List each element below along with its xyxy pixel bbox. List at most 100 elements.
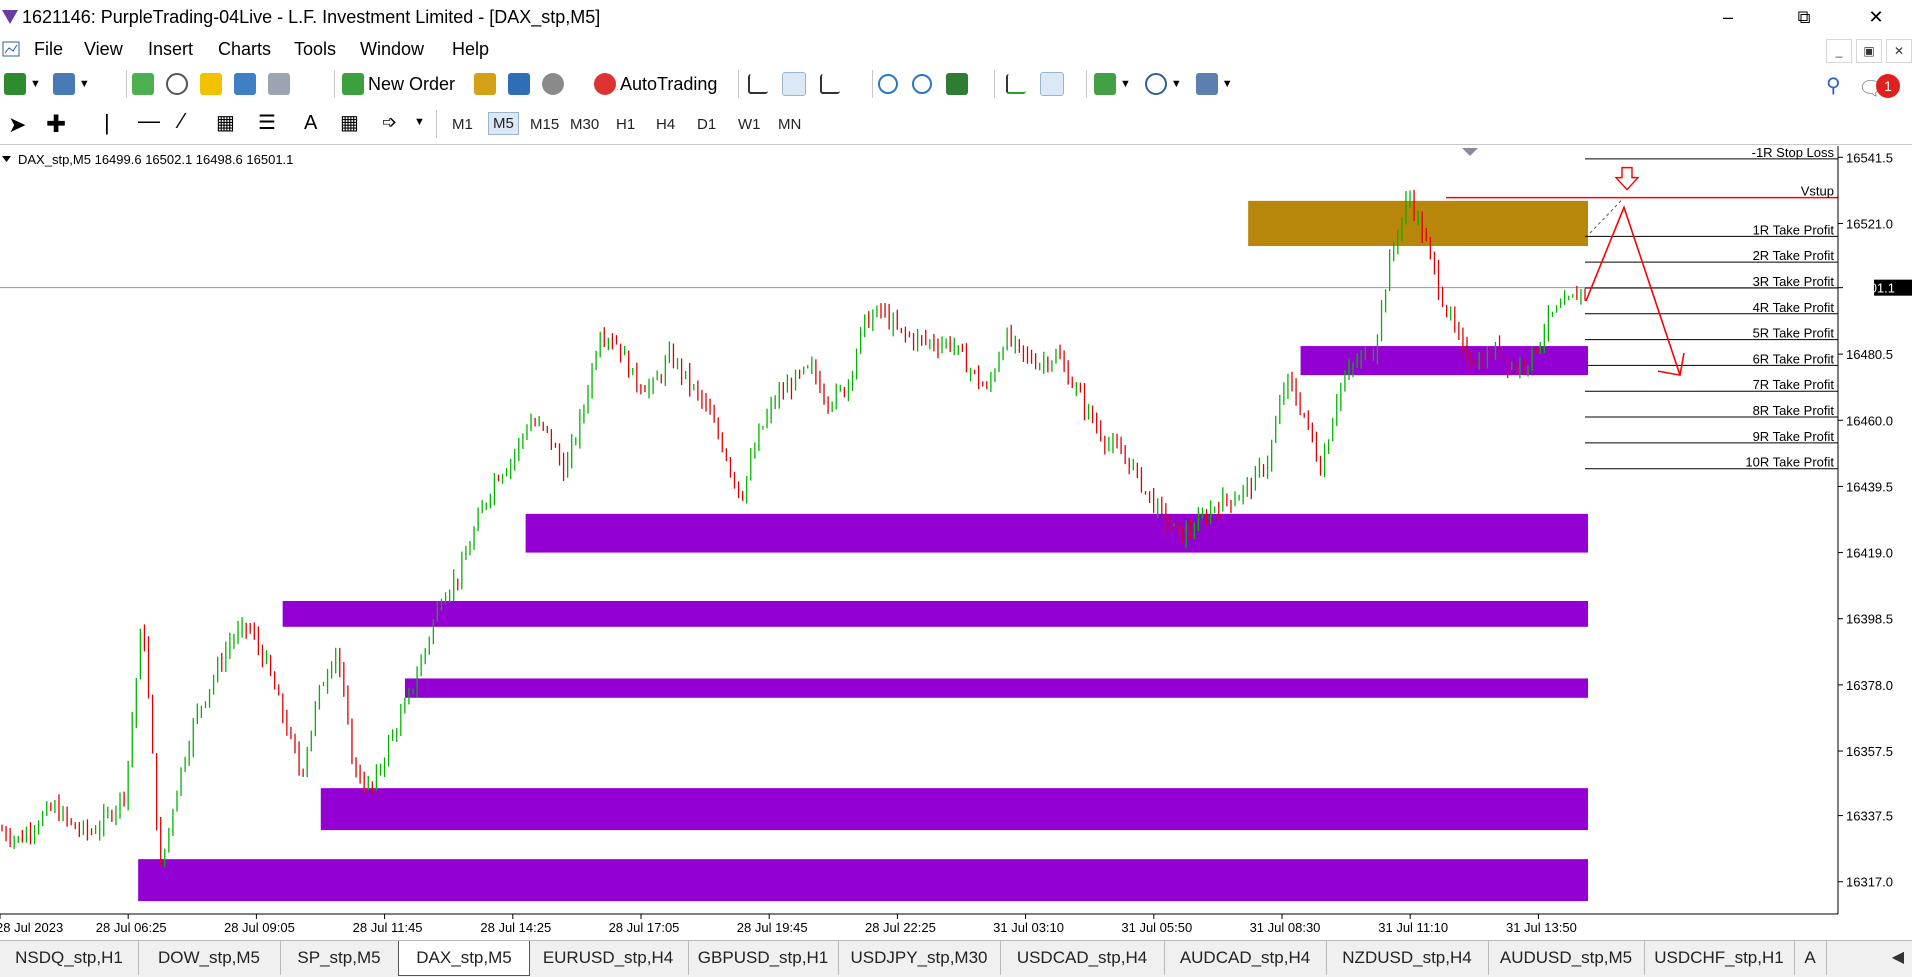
autotrading-label: AutoTrading bbox=[620, 73, 718, 94]
timeframe-m30[interactable]: M30 bbox=[570, 116, 599, 133]
menu-window[interactable]: Window bbox=[360, 39, 424, 60]
tab-audusd-stp-m5[interactable]: AUDUSD_stp,M5 bbox=[1488, 941, 1645, 975]
strategy-tester-icon[interactable] bbox=[268, 73, 290, 95]
crosshair-icon[interactable]: ✚ bbox=[46, 110, 66, 139]
experts-icon[interactable] bbox=[508, 73, 530, 95]
timeframe-m5[interactable]: M5 bbox=[488, 112, 519, 135]
y-tick-label-10: 16337.5 bbox=[1846, 809, 1893, 824]
trendline-icon[interactable]: ∕ bbox=[180, 108, 184, 134]
dropdown-arrow-icon[interactable]: ▼ bbox=[1171, 78, 1182, 90]
window-title: 1621146: PurpleTrading-04Live - L.F. Inv… bbox=[22, 7, 601, 27]
tab-dow-stp-m5[interactable]: DOW_stp,M5 bbox=[138, 941, 281, 975]
demand-zone-2[interactable] bbox=[404, 678, 1589, 698]
x-tick-label-12: 31 Jul 13:50 bbox=[1506, 920, 1577, 935]
child-minimize-button[interactable]: _ bbox=[1826, 39, 1852, 63]
terminal-icon[interactable] bbox=[234, 73, 256, 95]
y-tick-label-6: 16419.0 bbox=[1846, 546, 1893, 561]
menu-charts[interactable]: Charts bbox=[218, 39, 271, 60]
tab-a[interactable]: A bbox=[1794, 941, 1827, 975]
search-icon[interactable]: ⚲ bbox=[1826, 73, 1841, 98]
candlestick-chart-icon[interactable] bbox=[782, 72, 806, 96]
vertical-line-icon[interactable]: | bbox=[104, 110, 110, 136]
arrows-icon[interactable]: ➩ bbox=[382, 112, 397, 133]
chart-area[interactable]: -1R Stop Loss Vstup 1R Take Profit 2R Take … bbox=[0, 145, 1912, 940]
y-tick-label-5: 16439.5 bbox=[1846, 479, 1893, 494]
metaeditor-icon[interactable] bbox=[474, 73, 496, 95]
horizontal-line-icon[interactable]: — bbox=[138, 108, 160, 134]
zoom-in-icon[interactable] bbox=[878, 74, 898, 94]
crosshair-navigator-icon[interactable] bbox=[166, 73, 188, 95]
dropdown-arrow-icon[interactable]: ▼ bbox=[79, 78, 90, 90]
tab-audcad-stp-h4[interactable]: AUDCAD_stp,H4 bbox=[1164, 941, 1327, 975]
timeframe-h4[interactable]: H4 bbox=[656, 116, 675, 133]
timeframe-d1[interactable]: D1 bbox=[697, 116, 716, 133]
tab-dax-stp-m5[interactable]: DAX_stp,M5 bbox=[398, 941, 530, 976]
rr-level-label-6: 5R Take Profit bbox=[1753, 326, 1835, 341]
rr-level-label-1: Vstup bbox=[1801, 184, 1834, 199]
cursor-icon[interactable]: ➤ bbox=[8, 112, 26, 138]
timeframe-h1[interactable]: H1 bbox=[616, 116, 635, 133]
tab-nsdq-stp-h1[interactable]: NSDQ_stp,H1 bbox=[0, 941, 139, 975]
maximize-button[interactable]: ⧉ bbox=[1776, 0, 1832, 34]
notifications-button[interactable]: 🗨 1 bbox=[1856, 68, 1906, 100]
x-tick-label-0: 28 Jul 2023 bbox=[0, 920, 63, 935]
chart-window-icon[interactable] bbox=[2, 40, 20, 58]
price-chart[interactable]: -1R Stop Loss Vstup 1R Take Profit 2R Take … bbox=[0, 145, 1912, 940]
child-close-button[interactable]: ✕ bbox=[1886, 39, 1912, 63]
new-order-button[interactable]: New Order bbox=[342, 71, 455, 97]
autotrading-icon bbox=[594, 73, 616, 95]
market-watch-icon[interactable] bbox=[132, 73, 154, 95]
demand-zone-1[interactable] bbox=[282, 600, 1588, 627]
tab-usdcad-stp-h4[interactable]: USDCAD_stp,H4 bbox=[1000, 941, 1165, 975]
timeframe-w1[interactable]: W1 bbox=[738, 116, 761, 133]
bar-chart-icon[interactable] bbox=[748, 74, 768, 94]
menu-view[interactable]: View bbox=[84, 39, 123, 60]
tab-gbpusd-stp-h1[interactable]: GBPUSD_stp,H1 bbox=[688, 941, 839, 975]
demand-zone-4[interactable] bbox=[138, 859, 1588, 902]
y-tick-label-2: 16501.1 bbox=[1848, 281, 1895, 296]
new-chart-icon[interactable] bbox=[4, 73, 26, 95]
periods-icon[interactable] bbox=[1144, 73, 1167, 95]
rr-level-label-8: 7R Take Profit bbox=[1753, 377, 1835, 392]
new-order-icon bbox=[342, 73, 364, 95]
timeframe-m15[interactable]: M15 bbox=[530, 116, 559, 133]
fibonacci-icon[interactable]: ☰ bbox=[258, 110, 276, 135]
dropdown-arrow-icon[interactable]: ▼ bbox=[1222, 78, 1233, 90]
text-label-icon[interactable]: ▦ bbox=[340, 110, 359, 135]
dropdown-arrow-icon[interactable]: ▼ bbox=[414, 116, 425, 128]
navigator-icon[interactable] bbox=[200, 73, 222, 95]
tab-usdjpy-stp-m30[interactable]: USDJPY_stp,M30 bbox=[838, 941, 1001, 975]
child-restore-button[interactable]: ▣ bbox=[1856, 39, 1882, 63]
tab-nzdusd-stp-h4[interactable]: NZDUSD_stp,H4 bbox=[1326, 941, 1489, 975]
dropdown-arrow-icon[interactable]: ▼ bbox=[30, 78, 41, 90]
rr-level-label-5: 4R Take Profit bbox=[1753, 300, 1835, 315]
text-icon[interactable]: A bbox=[304, 112, 317, 135]
profiles-icon[interactable] bbox=[52, 73, 75, 95]
dropdown-arrow-icon[interactable]: ▼ bbox=[1120, 78, 1131, 90]
templates-icon[interactable] bbox=[1195, 73, 1218, 95]
line-chart-icon[interactable] bbox=[820, 74, 840, 94]
tab-eurusd-stp-h4[interactable]: EURUSD_stp,H4 bbox=[528, 941, 689, 975]
minimize-button[interactable]: – bbox=[1700, 0, 1756, 34]
tile-windows-icon[interactable] bbox=[946, 73, 968, 95]
tab-sp-stp-m5[interactable]: SP_stp,M5 bbox=[280, 941, 399, 975]
signals-icon[interactable] bbox=[542, 73, 564, 95]
timeframe-mn[interactable]: MN bbox=[778, 116, 801, 133]
demand-zone-0[interactable] bbox=[525, 513, 1589, 553]
chart-shift-icon[interactable] bbox=[1006, 74, 1026, 94]
autoscroll-icon[interactable] bbox=[1040, 72, 1064, 96]
tab-usdchf-stp-h1[interactable]: USDCHF_stp,H1 bbox=[1644, 941, 1795, 975]
tabs-scroll-arrows-icon[interactable]: ◀ bbox=[1892, 947, 1904, 967]
equidistant-channel-icon[interactable]: ▦ bbox=[216, 110, 235, 135]
zoom-out-icon[interactable] bbox=[912, 74, 932, 94]
indicators-icon[interactable] bbox=[1094, 73, 1116, 95]
demand-zone-3[interactable] bbox=[320, 788, 1588, 831]
menu-tools[interactable]: Tools bbox=[294, 39, 336, 60]
close-button[interactable]: ✕ bbox=[1848, 0, 1904, 34]
timeframe-m1[interactable]: M1 bbox=[452, 116, 473, 133]
menu-insert[interactable]: Insert bbox=[148, 39, 193, 60]
autotrading-button[interactable]: AutoTrading bbox=[594, 71, 717, 97]
y-tick-label-3: 16480.5 bbox=[1846, 347, 1893, 362]
menu-help[interactable]: Help bbox=[452, 39, 489, 60]
menu-file[interactable]: File bbox=[34, 39, 63, 60]
